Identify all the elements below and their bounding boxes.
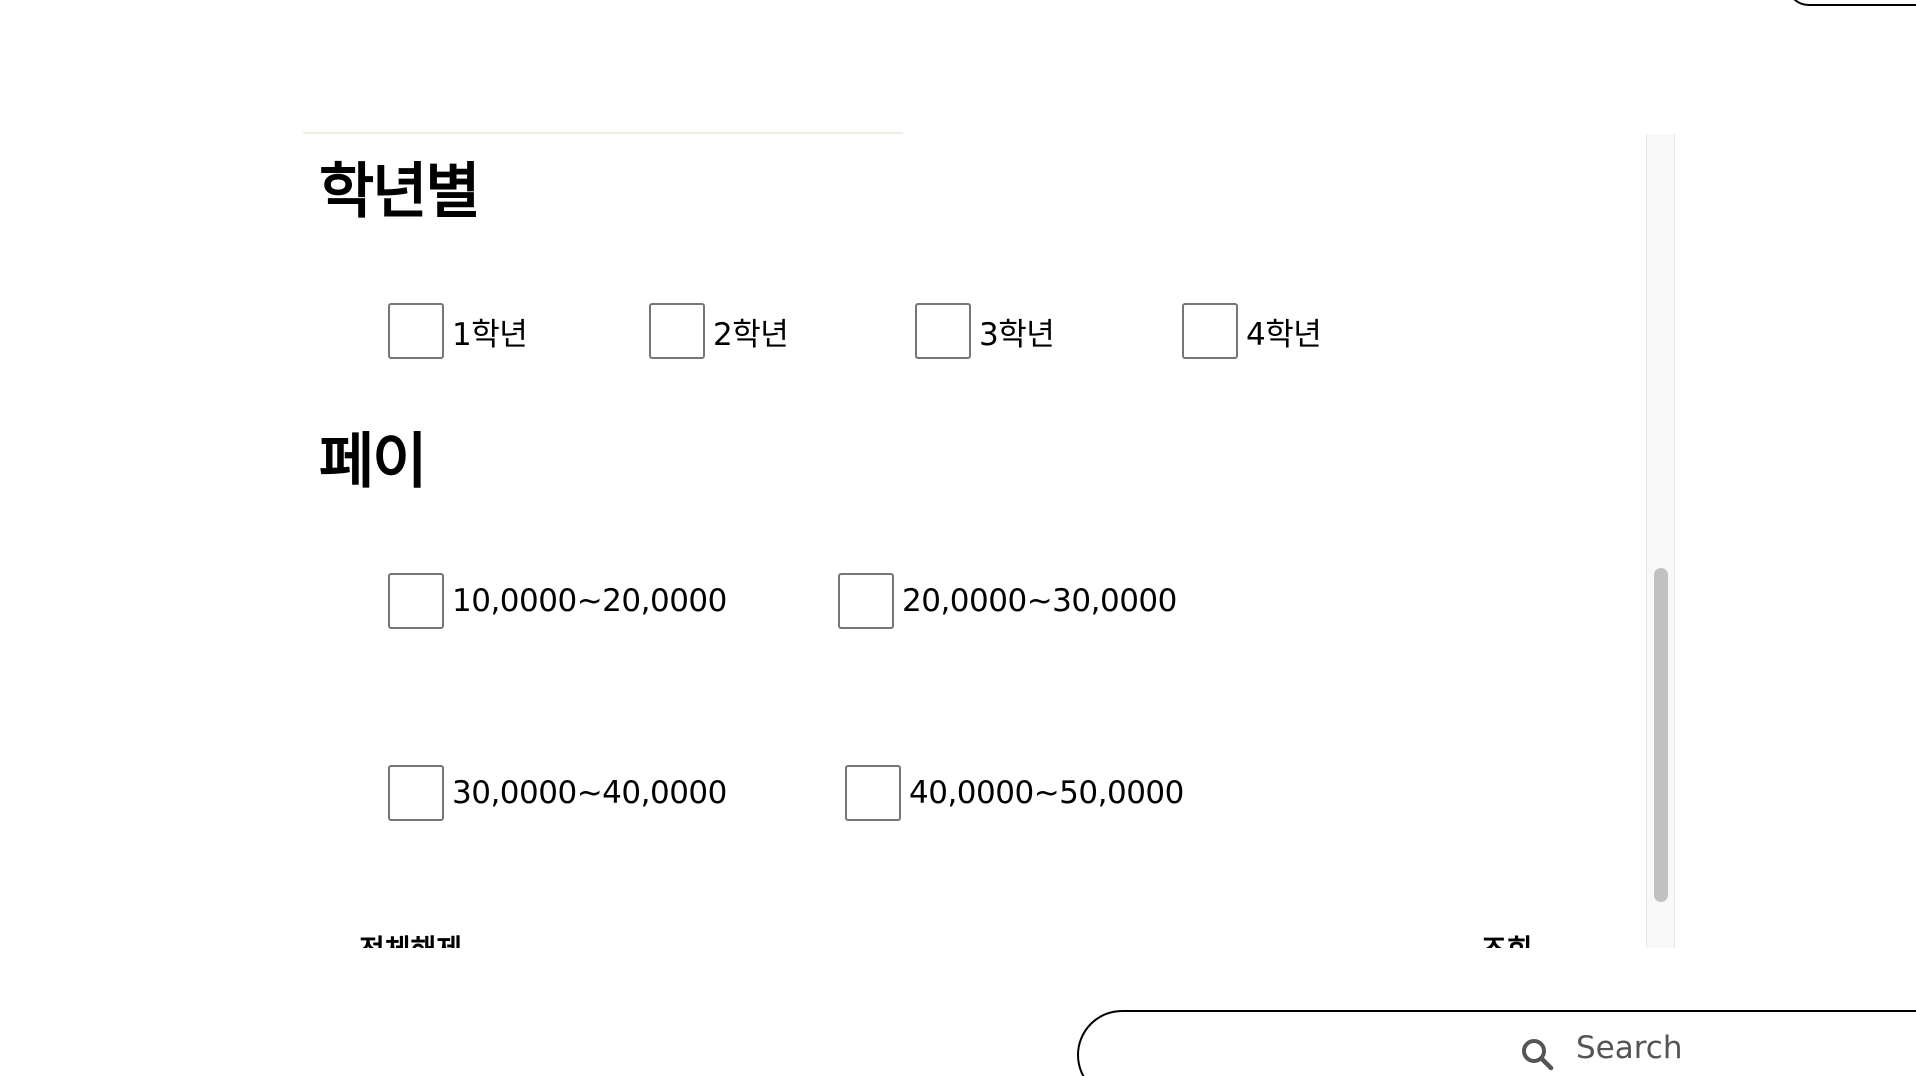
grade-checkbox-3[interactable] <box>915 303 971 359</box>
search-input[interactable] <box>1077 1010 1916 1076</box>
clear-all-button[interactable]: 전체해제 <box>359 928 462 948</box>
grade-checkbox-4[interactable] <box>1182 303 1238 359</box>
pay-option-label: 10,0000~20,0000 <box>452 583 727 619</box>
panel-divider <box>303 132 903 134</box>
filter-panel: 학년별 1학년 2학년 3학년 4학년 페이 10,0000~20,0000 2… <box>303 132 1675 948</box>
pay-checkbox-1[interactable] <box>388 573 444 629</box>
grade-option-label: 4학년 <box>1246 316 1322 353</box>
search-placeholder: Search <box>1576 1030 1683 1066</box>
search-icon[interactable] <box>1519 1036 1555 1072</box>
grade-option-4[interactable]: 4학년 <box>1182 303 1322 359</box>
grade-option-label: 2학년 <box>713 316 789 353</box>
pay-option-2[interactable]: 20,0000~30,0000 <box>838 573 1177 629</box>
grade-option-1[interactable]: 1학년 <box>388 303 528 359</box>
pay-option-4[interactable]: 40,0000~50,0000 <box>845 765 1184 821</box>
grade-checkbox-1[interactable] <box>388 303 444 359</box>
panel-scrollbar[interactable] <box>1646 134 1675 948</box>
pay-option-label: 30,0000~40,0000 <box>452 775 727 811</box>
grade-checkbox-2[interactable] <box>649 303 705 359</box>
grade-section-title: 학년별 <box>319 157 481 227</box>
scrollbar-thumb[interactable] <box>1654 568 1668 902</box>
pay-checkbox-4[interactable] <box>845 765 901 821</box>
pay-checkbox-2[interactable] <box>838 573 894 629</box>
page: 학년별 1학년 2학년 3학년 4학년 페이 10,0000~20,0000 2… <box>0 0 1916 1076</box>
search-submit-button[interactable]: 조회 <box>1481 928 1533 948</box>
grade-option-label: 3학년 <box>979 316 1055 353</box>
pay-option-3[interactable]: 30,0000~40,0000 <box>388 765 727 821</box>
grade-option-label: 1학년 <box>452 316 528 353</box>
grade-option-2[interactable]: 2학년 <box>649 303 789 359</box>
pay-option-label: 40,0000~50,0000 <box>909 775 1184 811</box>
pay-checkbox-3[interactable] <box>388 765 444 821</box>
pay-option-1[interactable]: 10,0000~20,0000 <box>388 573 727 629</box>
pay-section-title: 페이 <box>319 427 427 497</box>
grade-option-3[interactable]: 3학년 <box>915 303 1055 359</box>
pay-option-label: 20,0000~30,0000 <box>902 583 1177 619</box>
header-pill[interactable] <box>1786 0 1916 6</box>
